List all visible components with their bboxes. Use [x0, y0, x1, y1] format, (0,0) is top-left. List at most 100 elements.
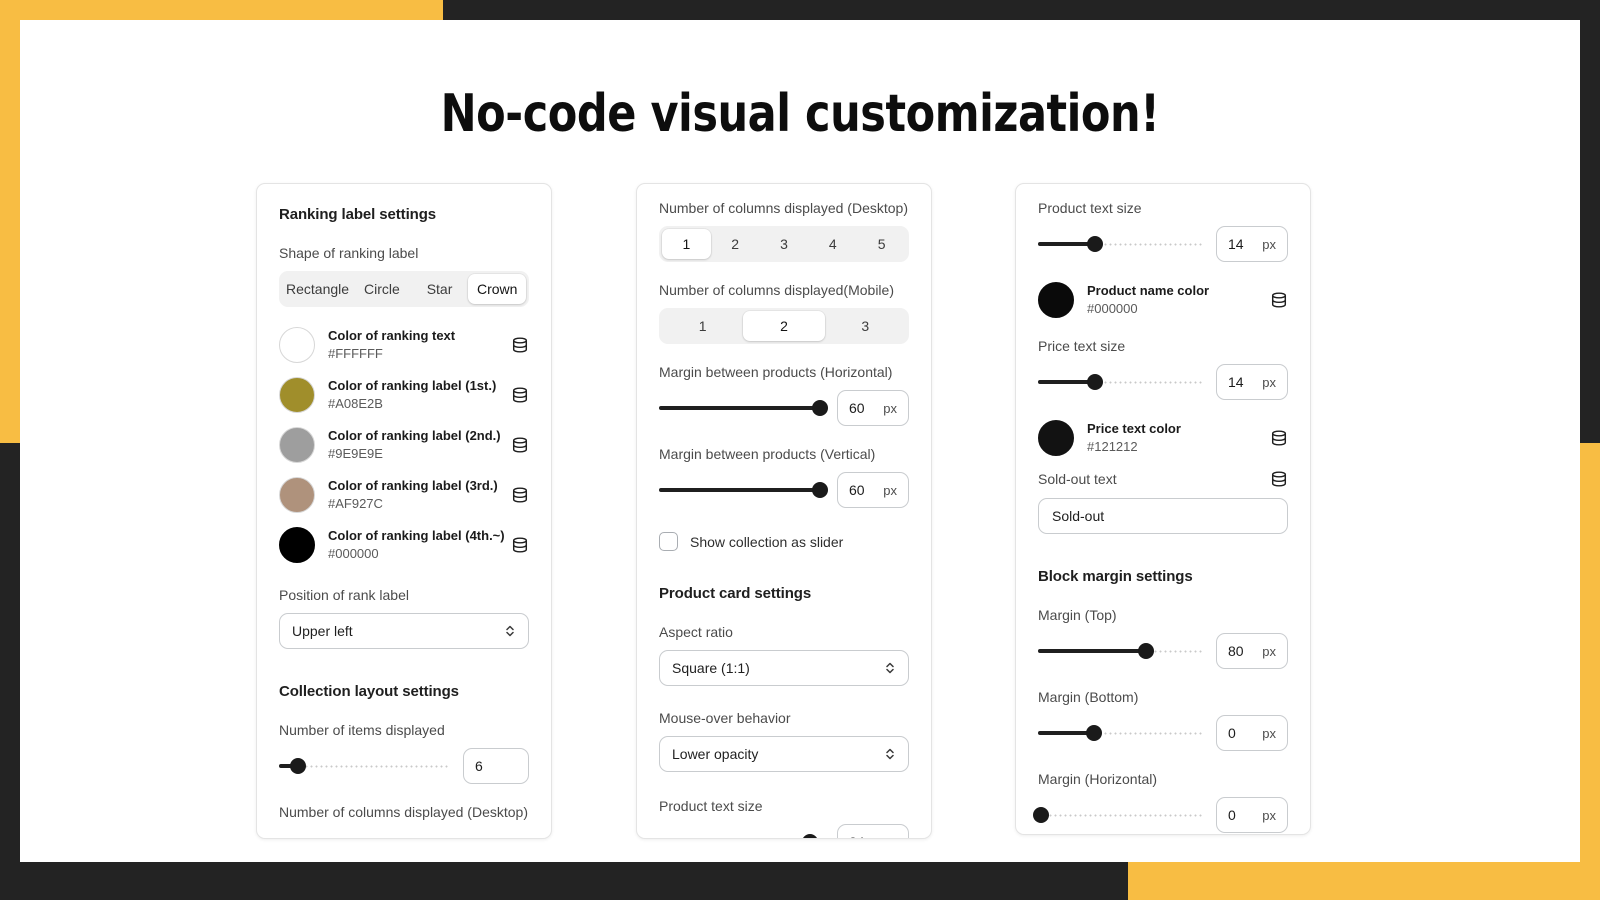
color-row-ranking-text[interactable]: Color of ranking text #FFFFFF — [279, 327, 529, 363]
aspect-ratio-select[interactable]: Square (1:1) — [659, 650, 909, 686]
number-of-items-displayed-label: Number of items displayed — [279, 722, 529, 738]
product-text-size-label-middle: Product text size — [659, 798, 909, 814]
color-swatch[interactable] — [279, 327, 315, 363]
ranking-label-settings-panel: Ranking label settings Shape of ranking … — [256, 183, 552, 839]
section-title-product-card: Product card settings — [659, 585, 909, 602]
show-collection-as-slider-checkbox[interactable] — [659, 532, 678, 551]
color-row-ranking-3rd[interactable]: Color of ranking label (3rd.) #AF927C — [279, 477, 529, 513]
database-icon[interactable] — [1270, 291, 1288, 309]
slider-knob[interactable] — [812, 400, 828, 416]
columns-desktop-option-3[interactable]: 3 — [760, 229, 809, 259]
slider-knob[interactable] — [1087, 236, 1103, 252]
color-hex: #121212 — [1087, 438, 1257, 456]
input-unit: px — [1262, 375, 1276, 390]
margin-horizontal-slider-right[interactable] — [1038, 805, 1202, 825]
slider-knob[interactable] — [802, 834, 818, 839]
color-row-ranking-2nd[interactable]: Color of ranking label (2nd.) #9E9E9E — [279, 427, 529, 463]
color-swatch[interactable] — [279, 477, 315, 513]
shape-of-ranking-label-segmented[interactable]: Rectangle Circle Star Crown — [279, 271, 529, 307]
margin-horizontal-label: Margin between products (Horizontal) — [659, 364, 909, 380]
color-swatch[interactable] — [1038, 282, 1074, 318]
price-text-size-slider[interactable] — [1038, 372, 1202, 392]
input-unit: px — [1262, 808, 1276, 823]
section-title-block-margin: Block margin settings — [1038, 568, 1288, 585]
database-icon[interactable] — [1270, 470, 1288, 488]
margin-bottom-input[interactable]: 0 px — [1216, 715, 1288, 751]
shape-option-circle[interactable]: Circle — [353, 274, 411, 304]
color-hex: #9E9E9E — [328, 445, 498, 463]
collection-layout-settings-panel: Number of columns displayed (Desktop) 1 … — [636, 183, 932, 839]
database-icon[interactable] — [511, 386, 529, 404]
margin-vertical-slider[interactable] — [659, 480, 823, 500]
color-hex: #000000 — [328, 545, 498, 563]
slider-knob[interactable] — [1087, 374, 1103, 390]
mouse-over-behavior-value: Lower opacity — [672, 746, 758, 762]
input-value: 6 — [475, 758, 483, 774]
show-collection-as-slider-row[interactable]: Show collection as slider — [659, 532, 909, 551]
product-text-size-row-middle: 24 px — [659, 824, 909, 839]
shape-of-ranking-label-label: Shape of ranking label — [279, 245, 529, 261]
slider-knob[interactable] — [290, 758, 306, 774]
margin-horizontal-slider[interactable] — [659, 398, 823, 418]
database-icon[interactable] — [1270, 429, 1288, 447]
color-row-price-text[interactable]: Price text color #121212 — [1038, 420, 1288, 456]
margin-horizontal-label-right: Margin (Horizontal) — [1038, 771, 1288, 787]
database-icon[interactable] — [511, 336, 529, 354]
shape-option-star[interactable]: Star — [411, 274, 469, 304]
margin-vertical-input[interactable]: 60 px — [837, 472, 909, 508]
color-swatch[interactable] — [279, 377, 315, 413]
margin-top-input[interactable]: 80 px — [1216, 633, 1288, 669]
frame-band-right-dark — [1580, 0, 1600, 443]
columns-mobile-option-1[interactable]: 1 — [662, 311, 743, 341]
input-value: 0 — [1228, 807, 1236, 823]
columns-desktop-option-1[interactable]: 1 — [662, 229, 711, 259]
columns-desktop-option-2[interactable]: 2 — [711, 229, 760, 259]
margin-top-slider[interactable] — [1038, 641, 1202, 661]
slider-fill — [1038, 649, 1146, 653]
columns-mobile-segmented[interactable]: 1 2 3 — [659, 308, 909, 344]
mouse-over-behavior-select[interactable]: Lower opacity — [659, 736, 909, 772]
sold-out-text-input[interactable]: Sold-out — [1038, 498, 1288, 534]
color-row-ranking-1st[interactable]: Color of ranking label (1st.) #A08E2B — [279, 377, 529, 413]
slider-knob[interactable] — [812, 482, 828, 498]
product-text-size-slider[interactable] — [1038, 234, 1202, 254]
margin-horizontal-input[interactable]: 60 px — [837, 390, 909, 426]
input-unit: px — [1262, 644, 1276, 659]
shape-option-rectangle[interactable]: Rectangle — [282, 274, 353, 304]
margin-horizontal-row: 60 px — [659, 390, 909, 426]
slider-fill — [659, 488, 820, 492]
color-row-product-name[interactable]: Product name color #000000 — [1038, 282, 1288, 318]
section-title-collection-layout: Collection layout settings — [279, 683, 529, 700]
slider-knob[interactable] — [1033, 807, 1049, 823]
color-swatch[interactable] — [279, 427, 315, 463]
product-text-size-slider-middle[interactable] — [659, 832, 823, 839]
columns-desktop-option-4[interactable]: 4 — [808, 229, 857, 259]
shape-option-crown[interactable]: Crown — [468, 274, 526, 304]
database-icon[interactable] — [511, 486, 529, 504]
columns-mobile-option-3[interactable]: 3 — [825, 311, 906, 341]
database-icon[interactable] — [511, 436, 529, 454]
columns-desktop-segmented[interactable]: 1 2 3 4 5 — [659, 226, 909, 262]
slider-knob[interactable] — [1086, 725, 1102, 741]
color-hex: #AF927C — [328, 495, 498, 513]
color-swatch[interactable] — [279, 527, 315, 563]
product-text-size-input[interactable]: 14 px — [1216, 226, 1288, 262]
number-of-items-displayed-slider[interactable] — [279, 756, 449, 776]
position-of-rank-label-select[interactable]: Upper left — [279, 613, 529, 649]
number-of-items-displayed-input[interactable]: 6 — [463, 748, 529, 784]
slider-knob[interactable] — [1138, 643, 1154, 659]
product-text-size-row: 14 px — [1038, 226, 1288, 262]
database-icon[interactable] — [511, 536, 529, 554]
color-swatch[interactable] — [1038, 420, 1074, 456]
chevron-updown-icon — [504, 623, 516, 639]
price-text-size-input[interactable]: 14 px — [1216, 364, 1288, 400]
margin-horizontal-input-right[interactable]: 0 px — [1216, 797, 1288, 833]
color-row-ranking-4th[interactable]: Color of ranking label (4th.~) #000000 — [279, 527, 529, 563]
position-of-rank-label-label: Position of rank label — [279, 587, 529, 603]
product-text-size-input-middle[interactable]: 24 px — [837, 824, 909, 839]
input-value: 60 — [849, 482, 865, 498]
margin-bottom-slider[interactable] — [1038, 723, 1202, 743]
columns-mobile-option-2[interactable]: 2 — [743, 311, 824, 341]
color-hex: #000000 — [1087, 300, 1257, 318]
columns-desktop-option-5[interactable]: 5 — [857, 229, 906, 259]
